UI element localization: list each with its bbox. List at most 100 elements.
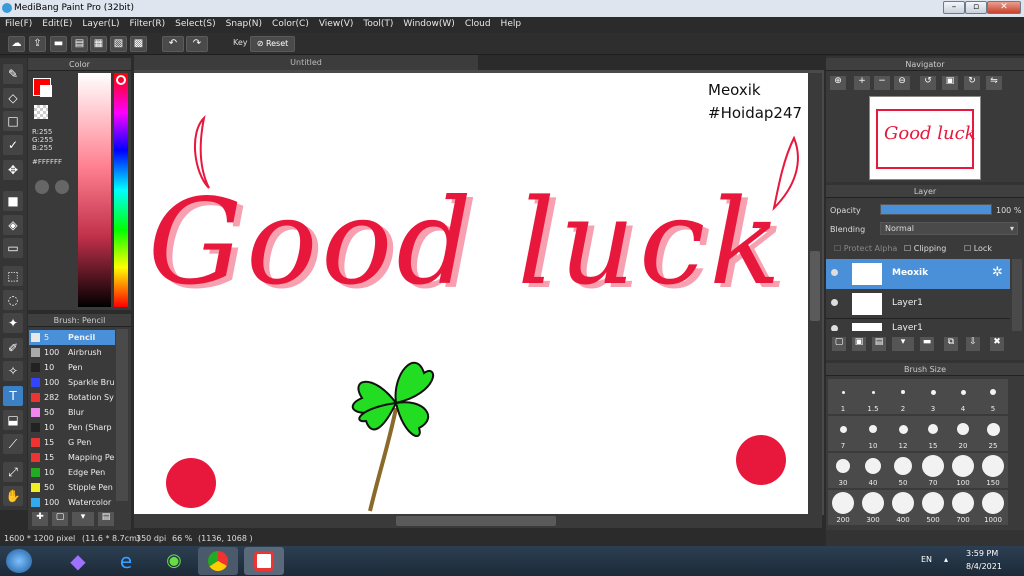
brush-item[interactable]: 100 Watercolor <box>29 495 115 510</box>
lasso-tool-icon[interactable]: ◌ <box>3 290 23 310</box>
brush-item-pencil[interactable]: 5 Pencil <box>29 330 115 345</box>
reset-view-icon[interactable]: ▣ <box>942 76 958 90</box>
horizontal-scroll-thumb[interactable] <box>396 516 556 526</box>
palette-icon[interactable] <box>35 180 49 194</box>
fill-rect-icon[interactable]: ■ <box>3 191 23 211</box>
brush-item[interactable]: 100 Airbrush <box>29 345 115 360</box>
visibility-icon[interactable] <box>831 325 838 331</box>
vertical-scrollbar[interactable] <box>808 73 822 514</box>
menu-color[interactable]: Color(C) <box>267 17 314 31</box>
menu-filter[interactable]: Filter(R) <box>125 17 171 31</box>
layer-list-scrollbar[interactable] <box>1012 259 1022 331</box>
vertical-scroll-thumb[interactable] <box>810 251 820 321</box>
hue-slider[interactable] <box>114 73 128 307</box>
brush-size-option[interactable]: 500 <box>918 490 948 525</box>
rotate-right-icon[interactable]: ↻ <box>964 76 980 90</box>
brush-size-option[interactable]: 40 <box>858 453 888 488</box>
clock-time[interactable]: 3:59 PM <box>966 549 998 558</box>
menu-edit[interactable]: Edit(E) <box>37 17 77 31</box>
layer-menu-icon[interactable]: ▾ <box>892 337 914 351</box>
menu-cloud[interactable]: Cloud <box>460 17 496 31</box>
new-8bit-layer-icon[interactable]: ▤ <box>872 337 886 351</box>
brush-size-option[interactable]: 100 <box>948 453 978 488</box>
brush-item[interactable]: 50 Stipple Pen <box>29 480 115 495</box>
hue-handle[interactable] <box>116 75 126 85</box>
brush-size-option[interactable]: 400 <box>888 490 918 525</box>
zoom-in-icon[interactable]: + <box>854 76 870 90</box>
menu-help[interactable]: Help <box>496 17 527 31</box>
brush-item[interactable]: 10 Pen <box>29 360 115 375</box>
layer-row-meoxik[interactable]: Meoxik ✲ <box>826 259 1010 289</box>
maximize-button[interactable]: ▫ <box>965 1 987 14</box>
new-halftone-layer-icon[interactable]: ▣ <box>852 337 866 351</box>
clipping-checkbox[interactable]: ☐ Clipping <box>904 244 946 253</box>
select-pen-icon[interactable]: ✐ <box>3 338 23 358</box>
brush-size-option[interactable]: 150 <box>978 453 1008 488</box>
brush-size-option[interactable]: 4 <box>948 379 978 414</box>
gear-icon[interactable]: ✲ <box>992 265 1003 280</box>
operation-tool-icon[interactable]: ⬓ <box>3 410 23 430</box>
brush-item[interactable]: 15 Mapping Pe <box>29 450 115 465</box>
divide-tool-icon[interactable]: ⟋ <box>3 434 23 454</box>
brush-size-option[interactable]: 300 <box>858 490 888 525</box>
brush-size-option[interactable]: 12 <box>888 416 918 451</box>
internet-explorer-icon[interactable]: e <box>106 547 146 575</box>
color-wheel-icon[interactable] <box>55 180 69 194</box>
brush-size-option[interactable]: 1.5 <box>858 379 888 414</box>
brush-size-option[interactable]: 3 <box>918 379 948 414</box>
menu-layer[interactable]: Layer(L) <box>77 17 124 31</box>
lock-checkbox[interactable]: ☐ Lock <box>964 244 992 253</box>
cloud-icon[interactable]: ☁ <box>8 36 25 52</box>
blending-select[interactable]: Normal ▾ <box>880 222 1018 235</box>
transparent-swatch[interactable] <box>34 105 48 119</box>
brush-size-option[interactable]: 25 <box>978 416 1008 451</box>
layer-row[interactable]: Layer1 <box>826 319 1010 331</box>
clock-date[interactable]: 8/4/2021 <box>966 562 1002 571</box>
tray-chevron-icon[interactable]: ▴ <box>944 555 948 564</box>
brush-size-option[interactable]: 2 <box>888 379 918 414</box>
magic-wand-icon[interactable]: ✦ <box>3 313 23 333</box>
duplicate-layer-icon[interactable]: ⧉ <box>944 337 958 351</box>
language-indicator[interactable]: EN <box>921 555 932 564</box>
brush-menu-icon[interactable]: ▾ <box>72 512 94 526</box>
new-brush-icon[interactable]: ▢ <box>52 512 68 526</box>
zoom-fit-icon[interactable]: ⊕ <box>830 76 846 90</box>
menu-select[interactable]: Select(S) <box>170 17 221 31</box>
drawing-canvas[interactable]: Meoxik #Hoidap247 Good luck <box>134 73 808 514</box>
navigator-thumbnail[interactable]: Good luck <box>869 96 981 180</box>
move-tool-icon[interactable]: ✥ <box>3 160 23 180</box>
layer-row[interactable]: Layer1 <box>826 289 1010 319</box>
marquee-tool-icon[interactable]: ⬚ <box>3 266 23 286</box>
menu-window[interactable]: Window(W) <box>398 17 459 31</box>
select-eraser-icon[interactable]: ✧ <box>3 361 23 381</box>
brush-settings-icon[interactable]: ▤ <box>98 512 114 526</box>
trash-icon[interactable]: ✖ <box>990 337 1004 351</box>
visual-studio-icon[interactable]: ◆ <box>58 547 98 575</box>
brush-size-option[interactable]: 70 <box>918 453 948 488</box>
bucket-tool-icon[interactable]: ◈ <box>3 215 23 235</box>
menu-view[interactable]: View(V) <box>314 17 359 31</box>
hand-tool-icon[interactable]: ✋ <box>3 486 23 506</box>
brush-size-option[interactable]: 15 <box>918 416 948 451</box>
rotate-left-icon[interactable]: ↺ <box>920 76 936 90</box>
brush-item[interactable]: 10 Pen (Sharp <box>29 420 115 435</box>
minimize-button[interactable]: – <box>943 1 965 14</box>
chrome-icon[interactable] <box>198 547 238 575</box>
eyedropper-icon[interactable]: ⤢ <box>3 462 23 482</box>
flip-icon[interactable]: ⇋ <box>986 76 1002 90</box>
menu-tool[interactable]: Tool(T) <box>358 17 398 31</box>
brush-item[interactable]: 50 Blur <box>29 405 115 420</box>
close-button[interactable]: ✕ <box>987 1 1021 14</box>
menu-file[interactable]: File(F) <box>0 17 37 31</box>
folder-icon[interactable]: ▬ <box>920 337 934 351</box>
brush-item[interactable]: 15 G Pen <box>29 435 115 450</box>
brush-size-option[interactable]: 5 <box>978 379 1008 414</box>
brush-item[interactable]: 10 Edge Pen <box>29 465 115 480</box>
brush-size-option[interactable]: 50 <box>888 453 918 488</box>
brush-size-option[interactable]: 10 <box>858 416 888 451</box>
secondary-color-swatch[interactable] <box>40 85 52 97</box>
brush-size-option[interactable]: 30 <box>828 453 858 488</box>
eraser-tool-icon[interactable]: ◇ <box>3 88 23 108</box>
menu-snap[interactable]: Snap(N) <box>221 17 267 31</box>
select-rect-icon[interactable]: □ <box>3 111 23 131</box>
